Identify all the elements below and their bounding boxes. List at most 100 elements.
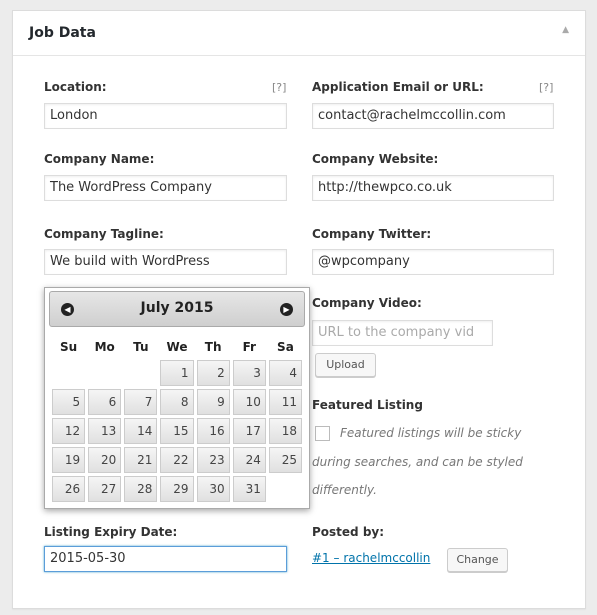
calendar-day[interactable]: 20 [88,447,122,473]
calendar-day[interactable]: 29 [160,476,194,502]
application-input[interactable]: contact@rachelmccollin.com [312,103,554,129]
calendar-cell: 30 [196,476,230,502]
application-label: Application Email or URL: [312,80,484,94]
calendar-cell: 24 [232,447,266,473]
posted-by-user-link[interactable]: #1 – rachelmccollin [312,551,430,565]
calendar-cell [269,476,302,502]
circle-next-icon[interactable]: ▶ [280,303,293,316]
calendar-day[interactable]: 3 [232,360,266,386]
metabox-title: Job Data [29,25,96,41]
weekday-header: Tu [133,340,149,354]
calendar-day[interactable]: 10 [232,389,266,415]
calendar-day[interactable]: 24 [232,447,266,473]
calendar-cell: 1 [160,360,194,386]
calendar-day[interactable]: 30 [196,476,230,502]
listing-expiry-input[interactable]: 2015-05-30 [44,546,287,572]
calendar-day[interactable]: 5 [52,389,86,415]
calendar-day[interactable]: 13 [88,418,122,444]
featured-desc-line2: during searches, and can be styled [312,455,523,469]
calendar-cell: 23 [196,447,230,473]
company-tagline-label: Company Tagline: [44,227,164,241]
featured-listing-label: Featured Listing [312,398,423,412]
weekday-header: We [166,340,188,354]
change-button[interactable]: Change [447,548,508,572]
calendar-day[interactable]: 26 [52,476,86,502]
weekday-header: Su [59,340,78,354]
calendar-cell: 13 [88,418,122,444]
calendar-day[interactable]: 22 [160,447,194,473]
location-input[interactable]: London [44,103,287,129]
calendar-cell: 6 [88,389,122,415]
calendar-cell: 28 [124,476,158,502]
company-website-input[interactable]: http://thewpco.co.uk [312,175,554,201]
calendar-cell: 21 [124,447,158,473]
calendar-day[interactable]: 6 [88,389,122,415]
company-video-input[interactable]: URL to the company vid [312,320,493,346]
calendar-cell: 7 [124,389,158,415]
calendar-day[interactable]: 12 [52,418,86,444]
triangle-up-icon[interactable]: ▲ [562,25,569,35]
company-video-label: Company Video: [312,296,422,310]
calendar-day[interactable]: 4 [268,360,302,386]
calendar-day[interactable]: 28 [124,476,158,502]
calendar-day[interactable]: 8 [160,389,194,415]
calendar-cell: 8 [160,389,194,415]
calendar-cell: 5 [52,389,86,415]
application-help-link[interactable]: [?] [539,81,553,94]
listing-expiry-label: Listing Expiry Date: [44,525,178,539]
calendar-day[interactable]: 19 [52,447,86,473]
company-name-label: Company Name: [44,152,155,166]
calendar-day[interactable]: 17 [232,418,266,444]
calendar-cell [124,360,157,386]
calendar-day[interactable]: 7 [124,389,158,415]
calendar-day[interactable]: 2 [196,360,230,386]
featured-desc-line1: Featured listings will be sticky [340,426,522,440]
datepicker-month-title: July 2015 [140,300,214,316]
calendar-cell: 9 [196,389,230,415]
calendar-cell: 11 [268,389,302,415]
company-name-input[interactable]: The WordPress Company [44,175,287,201]
calendar-cell: 16 [196,418,230,444]
calendar-cell: 17 [232,418,266,444]
calendar-cell: 25 [268,447,302,473]
weekday-header: Th [204,340,222,354]
calendar-cell: 22 [160,447,194,473]
calendar-day[interactable]: 25 [268,447,302,473]
calendar-grid: Su Mo Tu We Th Fr Sa 1 2 3 4 5 6 7 8 9 10 11 12 13 14 15 16 17… [49,334,305,505]
datepicker: ◀ July 2015 ▶ Su Mo Tu We Th Fr Sa 1 2 3 4 5 6 7 8 9 10… [44,287,310,509]
calendar-day[interactable]: 14 [124,418,158,444]
featured-listing-checkbox[interactable] [315,426,330,441]
weekday-header: Sa [277,340,294,354]
calendar-week: 5 6 7 8 9 10 11 [52,389,302,415]
datepicker-header: ◀ July 2015 ▶ [49,291,305,327]
calendar-cell [52,360,85,386]
calendar-cell: 2 [196,360,230,386]
calendar-day[interactable]: 15 [160,418,194,444]
calendar-day[interactable]: 23 [196,447,230,473]
upload-button[interactable]: Upload [315,353,376,377]
company-website-label: Company Website: [312,152,439,166]
location-label: Location: [44,80,107,94]
calendar-cell: 27 [88,476,122,502]
calendar-cell: 29 [160,476,194,502]
calendar-day[interactable]: 11 [268,389,302,415]
calendar-day[interactable]: 9 [196,389,230,415]
location-help-link[interactable]: [?] [272,81,286,94]
calendar-day[interactable]: 27 [88,476,122,502]
calendar-cell: 15 [160,418,194,444]
company-tagline-input[interactable]: We build with WordPress [44,249,287,275]
weekday-header: Fr [242,340,256,354]
weekday-header: Mo [94,340,115,354]
calendar-cell: 10 [232,389,266,415]
calendar-cell: 3 [232,360,266,386]
company-twitter-input[interactable]: @wpcompany [312,249,554,275]
metabox-header[interactable]: Job Data ▲ [13,11,585,56]
calendar-day[interactable]: 21 [124,447,158,473]
calendar-cell [88,360,121,386]
calendar-cell: 18 [268,418,302,444]
calendar-day[interactable]: 1 [160,360,194,386]
calendar-day[interactable]: 16 [196,418,230,444]
calendar-day[interactable]: 31 [232,476,266,502]
calendar-day[interactable]: 18 [268,418,302,444]
calendar-cell: 26 [52,476,86,502]
